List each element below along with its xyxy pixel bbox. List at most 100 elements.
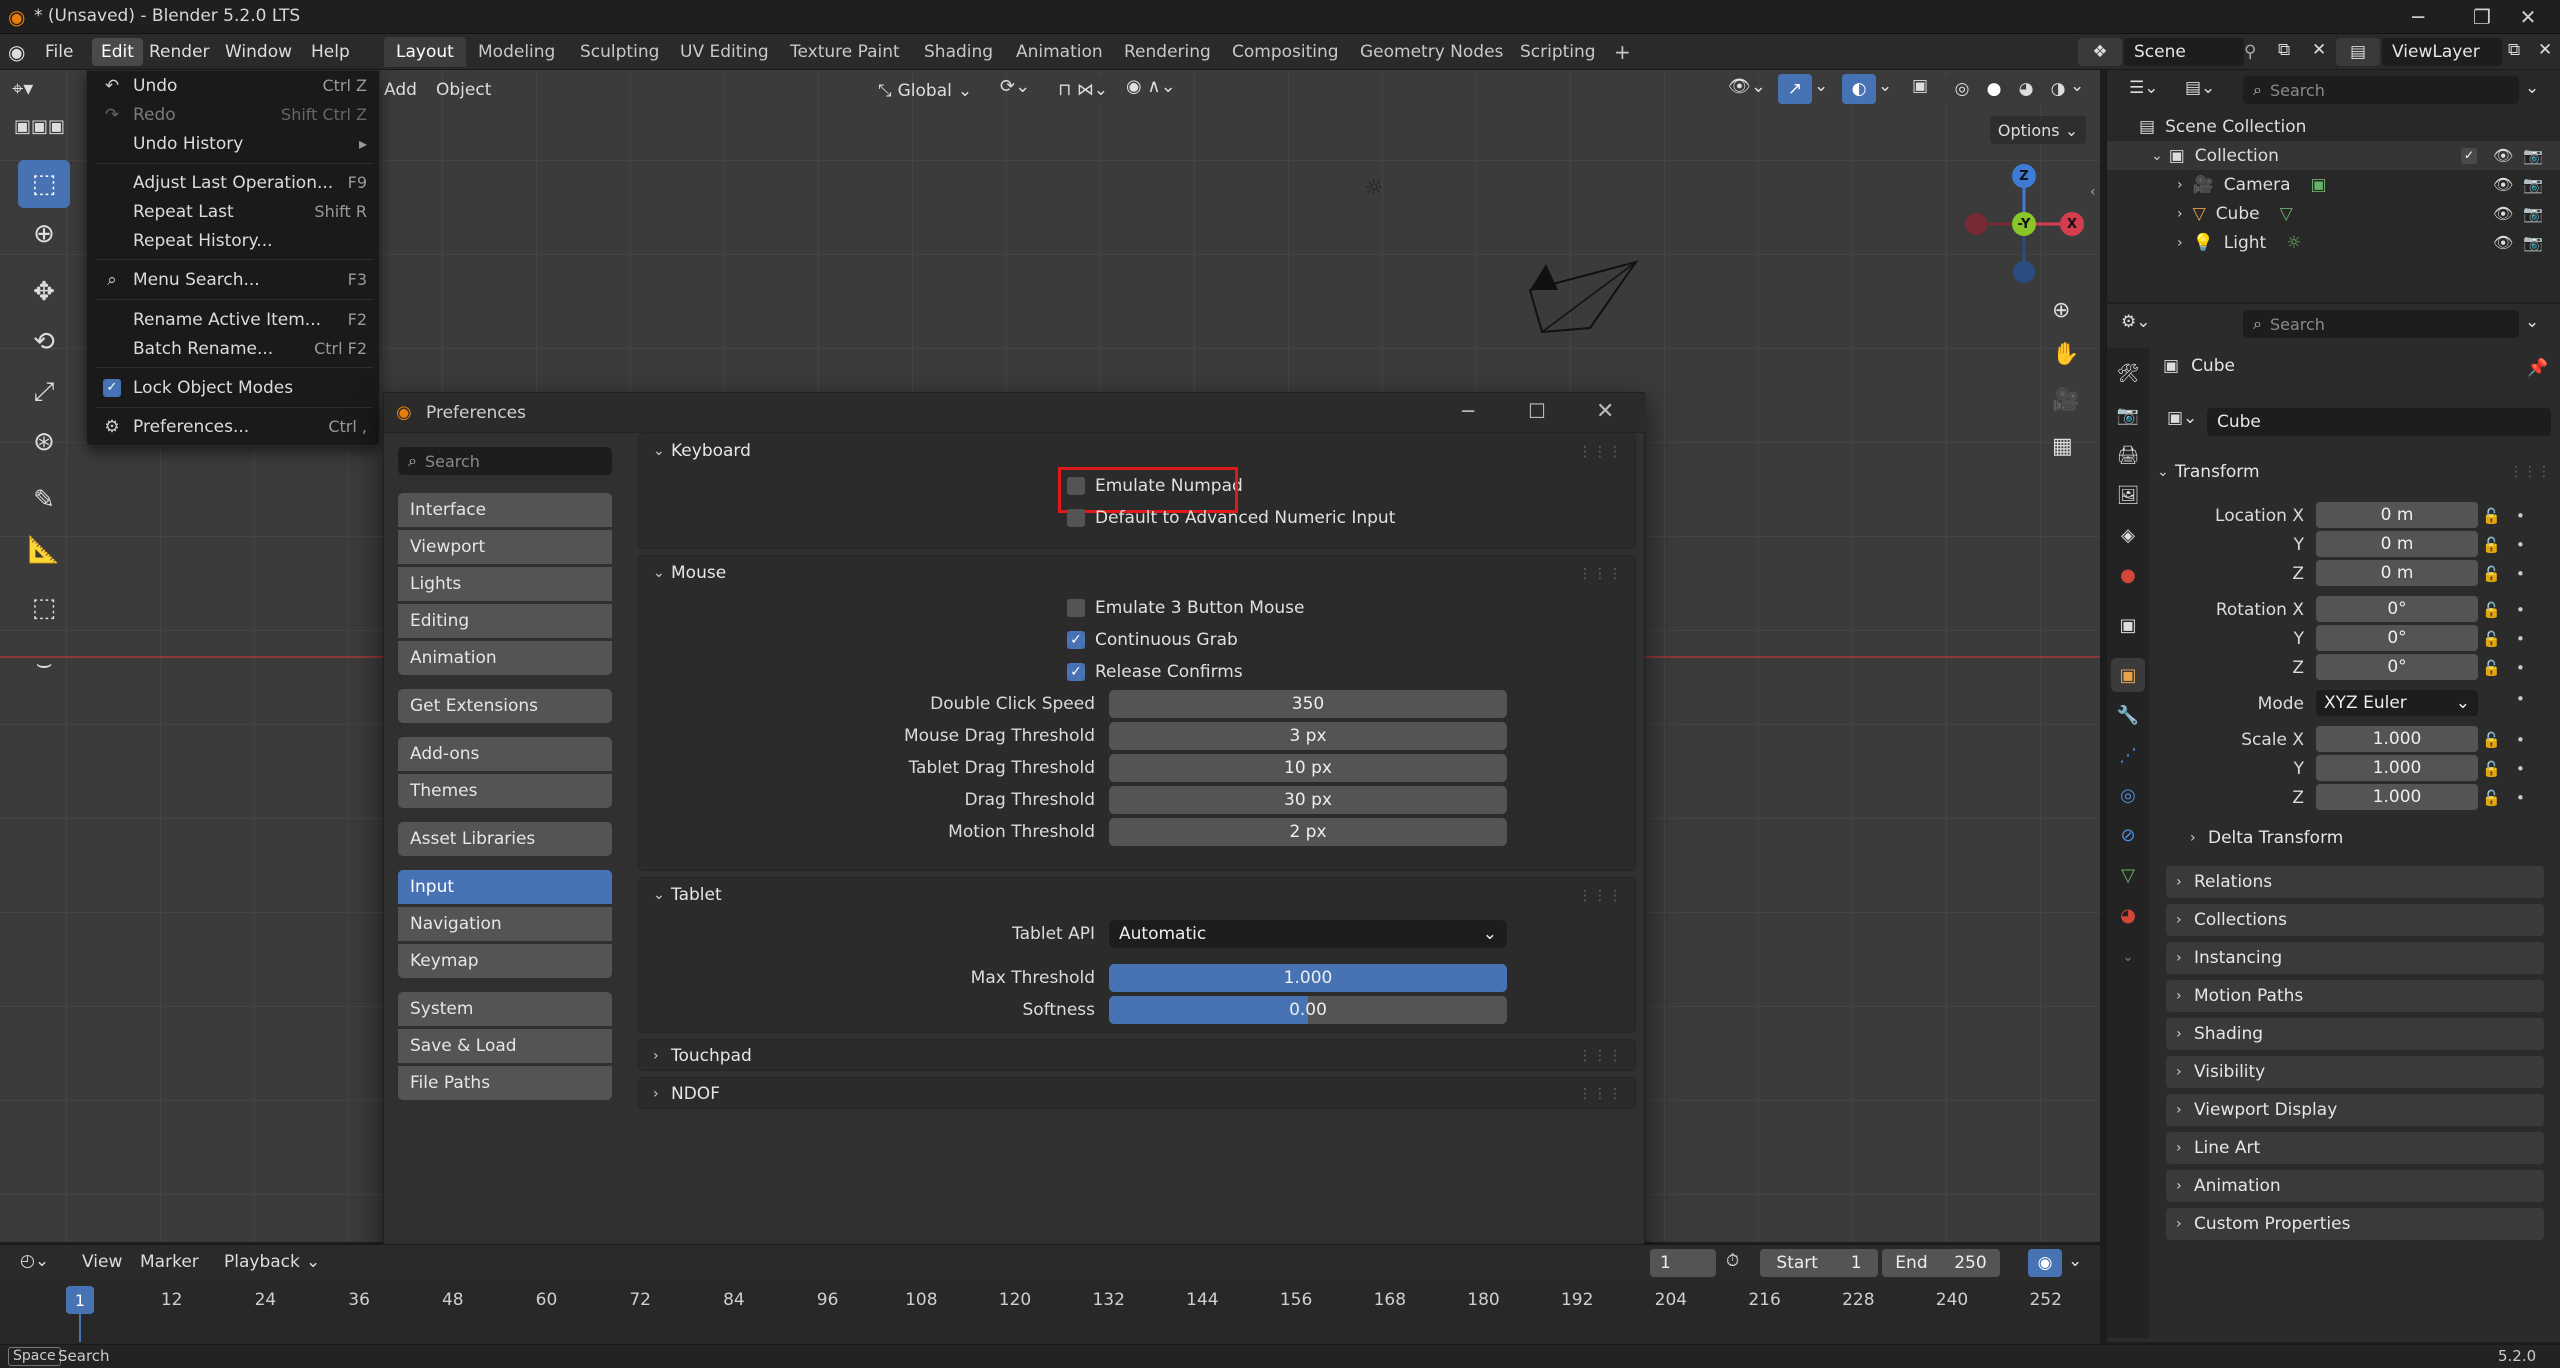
softness-slider[interactable]: 0.00 <box>1109 996 1507 1024</box>
select-mode-icons[interactable]: ▣▣▣ <box>14 116 74 146</box>
outliner-item-camera[interactable]: › 🎥 Camera ▣ 👁 📷 <box>2107 170 2560 199</box>
maximize-button[interactable]: ☐ <box>1528 399 1546 423</box>
eye-icon[interactable]: 👁 <box>2493 204 2513 223</box>
scene-tab-icon[interactable]: ◈ <box>2111 518 2145 552</box>
close-button[interactable]: ✕ <box>1596 399 1614 424</box>
pin-icon[interactable]: 📌 <box>2527 358 2548 378</box>
rotate-tool-icon[interactable]: ⟲ <box>18 318 70 366</box>
eye-icon[interactable]: 👁 <box>2493 233 2513 252</box>
sidebar-toggle-icon[interactable]: ‹ <box>2090 184 2096 200</box>
properties-editor-type-icon[interactable]: ⚙⌄ <box>2121 312 2150 332</box>
shading-panel[interactable]: › Shading <box>2166 1018 2544 1050</box>
end-frame-field[interactable]: End 250 <box>1882 1249 2000 1277</box>
stopwatch-icon[interactable]: ⏱ <box>1726 1251 1739 1271</box>
tab-texture-paint[interactable]: Texture Paint <box>778 37 912 67</box>
advanced-numeric-checkbox[interactable]: Default to Advanced Numeric Input <box>1067 508 1395 528</box>
keyframe-dot-icons[interactable]: • • • <box>2516 596 2525 683</box>
menu-item-repeat-history[interactable]: Repeat History... <box>87 226 381 255</box>
world-tab-icon[interactable]: ● <box>2111 558 2145 592</box>
cursor-tool-icon[interactable]: ⊕ <box>18 210 70 258</box>
menu-edit[interactable]: Edit <box>92 38 143 66</box>
timeline-editor-type-icon[interactable]: ◴⌄ <box>20 1251 49 1271</box>
wireframe-shading-icon[interactable]: ◎ <box>1955 79 1970 99</box>
camera-render-icon[interactable]: 📷 <box>2523 204 2543 223</box>
rotation-y-field[interactable]: 0° <box>2316 625 2478 651</box>
tab-animation[interactable]: Animation <box>1004 37 1115 67</box>
nav-editing[interactable]: Editing <box>398 604 612 638</box>
camera-render-icon[interactable]: 📷 <box>2523 233 2543 252</box>
particles-tab-icon[interactable]: ⋰ <box>2111 738 2145 772</box>
nav-viewport[interactable]: Viewport <box>398 530 612 564</box>
move-tool-icon[interactable]: ✥ <box>18 268 70 316</box>
menu-item-redo[interactable]: ↷ Redo Shift Ctrl Z <box>87 100 381 129</box>
scale-x-field[interactable]: 1.000 <box>2316 726 2478 752</box>
close-window-button[interactable]: ✕ <box>2496 0 2560 34</box>
menu-item-repeat-last[interactable]: Repeat Last Shift R <box>87 197 381 226</box>
menu-item-adjust-last[interactable]: Adjust Last Operation... F9 <box>87 168 381 197</box>
menu-item-undo[interactable]: ↶ Undo Ctrl Z <box>87 71 381 100</box>
modifier-tab-icon[interactable]: 🔧 <box>2111 698 2145 732</box>
pivot-point-icon[interactable]: ⟳⌄ <box>1000 76 1030 97</box>
mouse-drag-threshold-field[interactable]: 3 px <box>1109 722 1507 750</box>
delta-transform-subpanel[interactable]: › Delta Transform <box>2190 828 2343 848</box>
extra-tool-icon[interactable]: ⌣ <box>18 640 70 688</box>
gizmo-toggle-icon[interactable]: ↗ <box>1778 74 1812 104</box>
scale-y-field[interactable]: 1.000 <box>2316 755 2478 781</box>
xray-icon[interactable]: ▣ <box>1912 76 1928 96</box>
visibility-panel[interactable]: › Visibility <box>2166 1056 2544 1088</box>
release-confirms-checkbox[interactable]: ✓ Release Confirms <box>1067 662 1243 682</box>
drag-grip-icon[interactable]: ⋮⋮⋮ <box>1578 1048 1623 1064</box>
nav-themes[interactable]: Themes <box>398 774 612 808</box>
location-z-field[interactable]: 0 m <box>2316 560 2478 586</box>
nav-input[interactable]: Input <box>398 870 612 904</box>
output-tab-icon[interactable]: 🖨 <box>2111 438 2145 472</box>
new-scene-icon[interactable]: ⧉ <box>2278 40 2290 60</box>
menu-item-rename-active[interactable]: Rename Active Item... F2 <box>87 305 381 334</box>
keyboard-panel-header[interactable]: ⌄ Keyboard <box>639 434 1635 468</box>
minimize-button[interactable]: ─ <box>2386 0 2450 34</box>
tab-uv-editing[interactable]: UV Editing <box>668 37 781 67</box>
current-frame-field[interactable]: 1 <box>1650 1249 1716 1277</box>
collection-row[interactable]: ⌄ ▣ Collection ✓ 👁 📷 <box>2107 141 2560 170</box>
viewport-display-panel[interactable]: › Viewport Display <box>2166 1094 2544 1126</box>
measure-tool-icon[interactable]: 📐 <box>18 526 70 574</box>
tab-shading[interactable]: Shading <box>912 37 1005 67</box>
drag-grip-icon[interactable]: ⋮⋮⋮ <box>1578 444 1623 460</box>
perspective-grid-icon[interactable]: ▦ <box>2052 434 2073 459</box>
chevron-down-icon[interactable]: ⌄ <box>2111 940 2145 974</box>
menu-item-batch-rename[interactable]: Batch Rename... Ctrl F2 <box>87 334 381 363</box>
timeline-area[interactable] <box>0 1280 2100 1344</box>
drag-grip-icon[interactable]: ⋮⋮⋮ <box>1578 1086 1623 1102</box>
scale-z-field[interactable]: 1.000 <box>2316 784 2478 810</box>
object-browse-icon[interactable]: ▣⌄ <box>2167 408 2197 436</box>
scene-browse-icon[interactable]: ❖ <box>2078 38 2122 66</box>
overlays-dropdown-icon[interactable]: ⌄ <box>1878 76 1892 96</box>
display-mode-icon[interactable]: ▤⌄ <box>2185 78 2215 98</box>
nav-add-ons[interactable]: Add-ons <box>398 737 612 771</box>
add-cube-tool-icon[interactable]: ⬚ <box>18 584 70 632</box>
rotation-mode-dropdown[interactable]: XYZ Euler ⌄ <box>2316 690 2478 716</box>
zoom-icon[interactable]: ⊕ <box>2052 298 2070 323</box>
nav-system[interactable]: System <box>398 992 612 1026</box>
tab-modeling[interactable]: Modeling <box>466 37 567 67</box>
rotation-lock-icons[interactable]: 🔓 🔓 🔓 <box>2482 596 2501 683</box>
keyframe-dot-icons[interactable]: • • • <box>2516 502 2525 589</box>
scene-name-field[interactable]: Scene <box>2124 38 2244 66</box>
outliner-editor-type-icon[interactable]: ☰⌄ <box>2129 78 2158 98</box>
light-object-icon[interactable]: ☼ <box>1364 176 1384 201</box>
data-tab-icon[interactable]: ▽ <box>2111 858 2145 892</box>
instancing-panel[interactable]: › Instancing <box>2166 942 2544 974</box>
drag-grip-icon[interactable]: ⋮⋮⋮ <box>2509 464 2551 480</box>
drag-grip-icon[interactable]: ⋮⋮⋮ <box>1578 888 1623 904</box>
visibility-icon[interactable]: 👁⌄ <box>1728 76 1766 97</box>
timeline-menu-marker[interactable]: Marker <box>140 1252 199 1272</box>
tool-tab-icon[interactable]: 🛠 <box>2111 356 2145 390</box>
proportional-edit-icon[interactable]: ◉ ∧⌄ <box>1126 76 1176 97</box>
delete-view-layer-icon[interactable]: ✕ <box>2538 40 2552 60</box>
filter-icon[interactable]: ⌄ <box>2525 78 2539 98</box>
overlays-toggle-icon[interactable]: ◐ <box>1842 74 1876 104</box>
relations-panel[interactable]: › Relations <box>2166 866 2544 898</box>
new-view-layer-icon[interactable]: ⧉ <box>2508 40 2520 60</box>
menu-item-lock-object-modes[interactable]: ✓ Lock Object Modes <box>87 373 381 402</box>
location-lock-icons[interactable]: 🔓 🔓 🔓 <box>2482 502 2501 589</box>
